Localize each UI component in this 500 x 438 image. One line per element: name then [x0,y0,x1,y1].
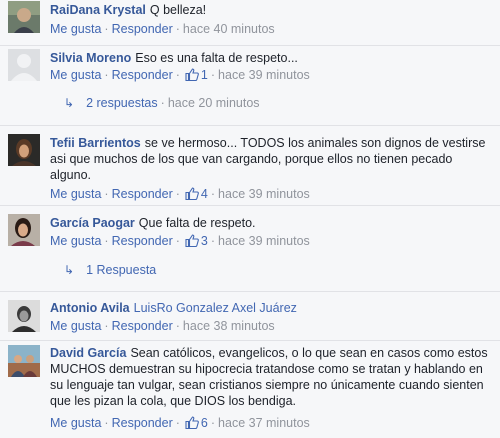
like-link[interactable]: Me gusta [50,187,101,201]
like-count[interactable]: 4 [201,187,208,201]
avatar[interactable] [8,1,40,33]
reply-link[interactable]: Responder [112,68,173,82]
separator: · [175,319,180,333]
comment-item: Antonio Avila LuisRo Gonzalez Axel Juárez… [0,291,500,340]
reply-arrow-icon: ↳ [64,263,75,277]
separator: · [104,234,109,248]
comment-text: Q belleza! [149,3,207,17]
separator: · [104,22,109,36]
separator: · [175,68,180,82]
comment-item: García Paogar Que falta de respeto. Me gu… [0,205,500,291]
comment-author[interactable]: Tefii Barrientos [50,136,141,150]
like-count[interactable]: 1 [201,68,208,82]
like-link[interactable]: Me gusta [50,68,101,82]
like-count[interactable]: 3 [201,234,208,248]
comment-timestamp[interactable]: hace 39 minutos [218,234,310,248]
thumbs-up-icon[interactable] [185,187,199,203]
comment-timestamp[interactable]: hace 39 minutos [218,68,310,82]
separator: · [175,187,180,201]
avatar[interactable] [8,345,40,377]
reply-link[interactable]: Responder [112,416,173,430]
avatar[interactable] [8,49,40,81]
reply-link[interactable]: Responder [112,234,173,248]
replies-link[interactable]: ↳ 1 Respuesta [64,263,156,277]
like-count[interactable]: 6 [201,416,208,430]
separator: · [175,416,180,430]
comment-author[interactable]: Antonio Avila [50,301,130,315]
comment-item: Silvia Moreno Eso es una falta de respeto… [0,45,500,125]
comment-timestamp[interactable]: hace 40 minutos [183,22,275,36]
separator: · [175,22,180,36]
comment-item: Tefii Barrientos se ve hermoso... TODOS l… [0,125,500,205]
reply-link[interactable]: Responder [112,319,173,333]
comment-author[interactable]: García Paogar [50,216,135,230]
replies-count[interactable]: 1 Respuesta [86,263,156,277]
separator: · [210,187,216,201]
avatar[interactable] [8,300,40,332]
like-link[interactable]: Me gusta [50,416,101,430]
comment-text: Eso es una falta de respeto... [135,51,298,65]
separator: · [104,187,109,201]
separator: · [104,416,109,430]
comment-item: David García Sean católicos, evangelicos,… [0,340,500,438]
comment-author[interactable]: David García [50,346,126,360]
thumbs-up-icon[interactable] [185,234,199,250]
reply-arrow-icon: ↳ [64,96,75,110]
separator: · [210,416,216,430]
replies-timestamp: hace 20 minutos [167,96,260,110]
separator: · [175,234,180,248]
like-link[interactable]: Me gusta [50,319,101,333]
separator: · [210,234,216,248]
comment-timestamp[interactable]: hace 39 minutos [218,187,310,201]
separator: · [104,68,109,82]
comments-panel: RaiDana Krystal Q belleza! Me gusta · Respo… [0,0,500,438]
separator: · [160,96,165,110]
like-link[interactable]: Me gusta [50,234,101,248]
avatar[interactable] [8,134,40,166]
comment-item: RaiDana Krystal Q belleza! Me gusta · Respo… [0,0,500,45]
avatar[interactable] [8,214,40,246]
comment-timestamp[interactable]: hace 37 minutos [218,416,310,430]
comment-author[interactable]: Silvia Moreno [50,51,131,65]
separator: · [210,68,216,82]
like-link[interactable]: Me gusta [50,22,101,36]
comment-timestamp[interactable]: hace 38 minutos [183,319,275,333]
comment-author[interactable]: RaiDana Krystal [50,3,146,17]
reply-link[interactable]: Responder [112,187,173,201]
separator: · [104,319,109,333]
replies-count[interactable]: 2 respuestas [86,96,158,110]
comment-text[interactable]: LuisRo Gonzalez Axel Juárez [134,301,297,315]
thumbs-up-icon[interactable] [185,68,199,84]
thumbs-up-icon[interactable] [185,416,199,432]
reply-link[interactable]: Responder [112,22,173,36]
comment-text: Que falta de respeto. [138,216,256,230]
replies-link[interactable]: ↳ 2 respuestas · hace 20 minutos [64,96,260,110]
